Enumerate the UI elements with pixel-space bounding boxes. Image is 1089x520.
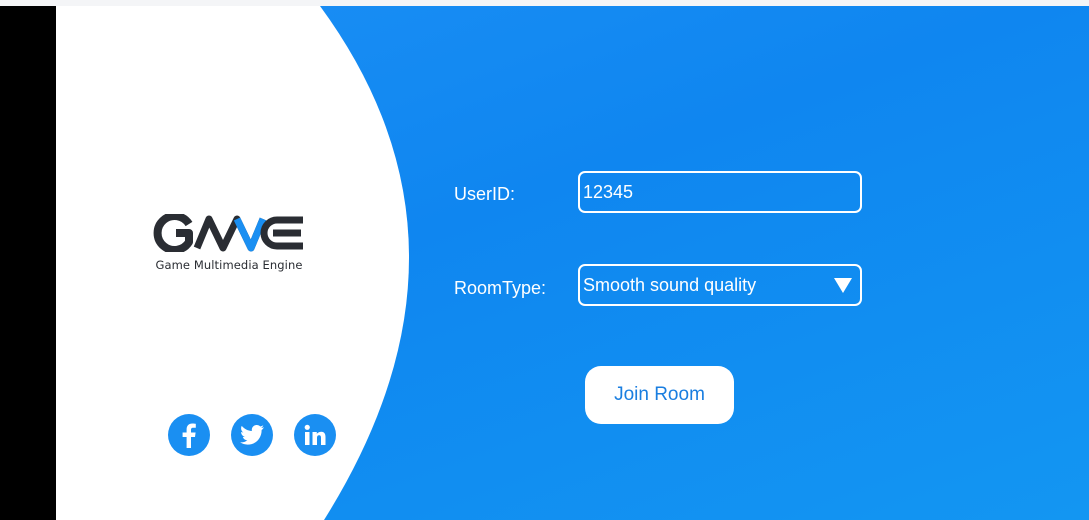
dropdown-arrow-icon [834,277,852,293]
gme-logo: Game Multimedia Engine [149,214,309,272]
linkedin-icon [304,424,326,445]
user-id-label: UserID: [454,184,516,204]
left-black-bar [0,6,56,520]
facebook-icon [182,423,196,448]
logo-tagline: Game Multimedia Engine [155,258,303,272]
room-type-selected: Smooth sound quality [583,274,757,295]
room-type-label: RoomType: [454,278,547,298]
twitter-icon [240,425,264,445]
facebook-button[interactable] [168,414,210,456]
gme-logo-icon [153,214,303,252]
twitter-button[interactable] [231,414,273,456]
join-room-button[interactable]: Join Room [585,366,734,424]
room-type-dropdown[interactable]: Smooth sound quality [578,264,862,306]
login-screen: Game Multimedia Engine UserID: RoomType:… [56,6,1089,520]
linkedin-button[interactable] [294,414,336,456]
user-id-input[interactable] [578,171,862,213]
